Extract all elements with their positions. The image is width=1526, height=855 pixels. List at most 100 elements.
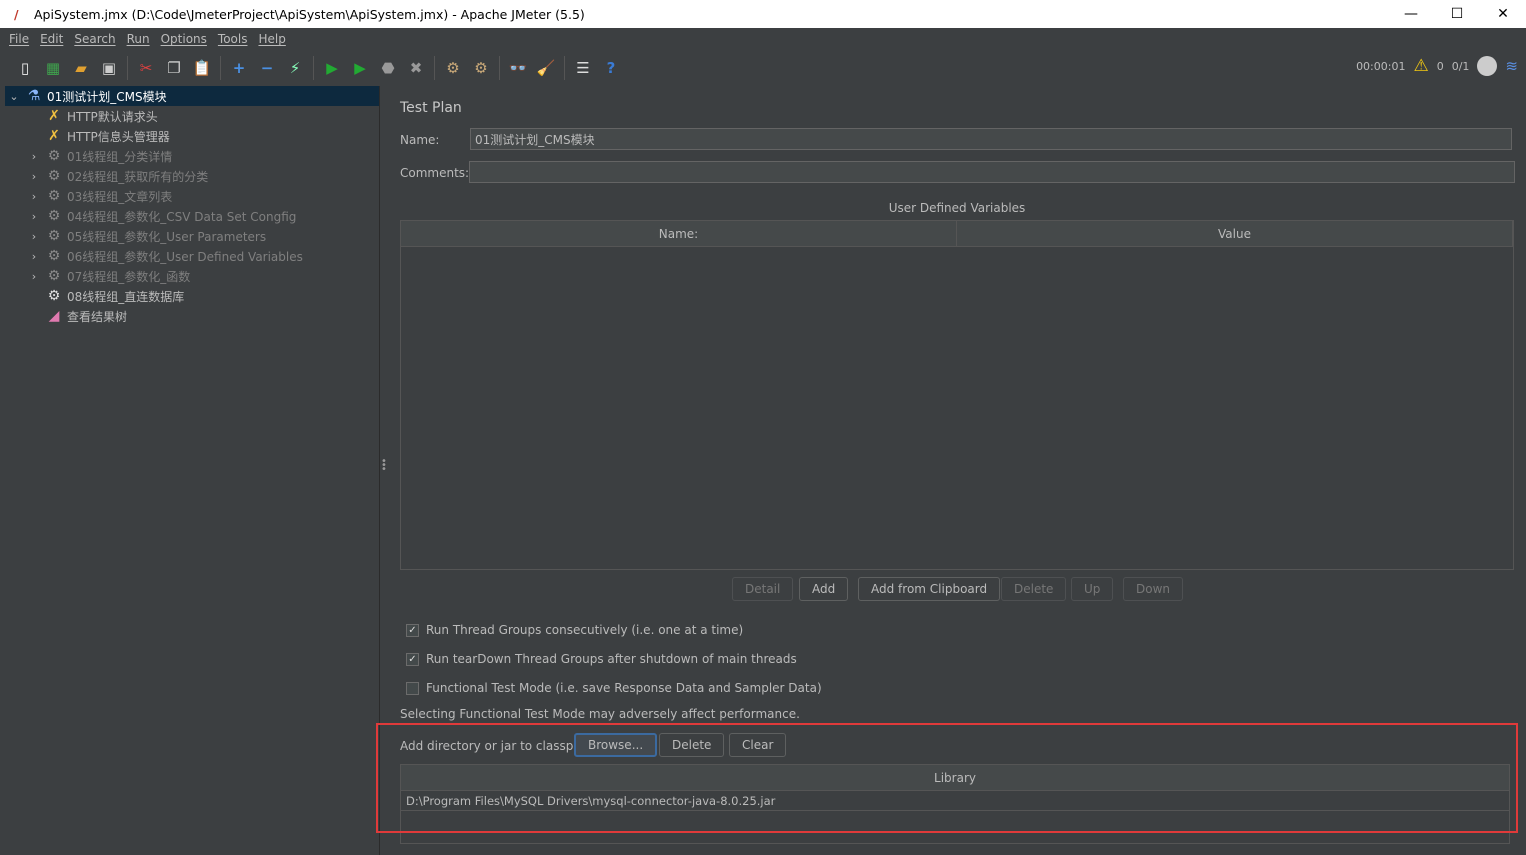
detail-button[interactable]: Detail bbox=[732, 577, 794, 601]
log-icon[interactable]: ≋ bbox=[1505, 57, 1518, 75]
run-consecutively-checkbox[interactable]: ✓ Run Thread Groups consecutively (i.e. o… bbox=[406, 623, 743, 637]
tree-item-label: 03线程组_文章列表 bbox=[67, 189, 173, 204]
down-button[interactable]: Down bbox=[1123, 577, 1184, 601]
remote-icon[interactable] bbox=[1477, 56, 1498, 76]
gear-icon: ⚙ bbox=[47, 288, 61, 304]
library-row[interactable]: D:\Program Files\MySQL Drivers\mysql-con… bbox=[401, 791, 1509, 811]
menu-help[interactable]: Help bbox=[258, 32, 285, 46]
checkbox-box[interactable] bbox=[406, 681, 419, 695]
page-title: Test Plan bbox=[400, 100, 462, 116]
help-icon[interactable]: ? bbox=[600, 57, 622, 79]
add-button[interactable]: Add bbox=[799, 577, 849, 601]
close-button[interactable]: ✕ bbox=[1480, 0, 1526, 28]
title-bar: / ApiSystem.jmx (D:\Code\JmeterProject\A… bbox=[0, 0, 1526, 28]
checkbox-label: Run tearDown Thread Groups after shutdow… bbox=[426, 652, 797, 666]
udv-header-value[interactable]: Value bbox=[957, 221, 1513, 246]
menu-options[interactable]: Options bbox=[161, 32, 207, 46]
minimize-button[interactable]: — bbox=[1388, 0, 1434, 28]
up-button[interactable]: Up bbox=[1071, 577, 1114, 601]
clear-icon[interactable]: ⚙ bbox=[442, 57, 464, 79]
new-icon[interactable]: ▯ bbox=[14, 57, 36, 79]
start-no-pauses-icon[interactable]: ▶ bbox=[349, 57, 371, 79]
expand-arrow-icon[interactable]: ⌄ bbox=[7, 90, 21, 103]
function-helper-icon[interactable]: ☰ bbox=[572, 57, 594, 79]
toolbar-separator bbox=[564, 56, 565, 80]
delete-classpath-button[interactable]: Delete bbox=[659, 733, 725, 757]
menu-search[interactable]: Search bbox=[74, 32, 115, 46]
library-table[interactable]: Library D:\Program Files\MySQL Drivers\m… bbox=[400, 764, 1510, 844]
copy-icon[interactable]: ❐ bbox=[163, 57, 185, 79]
expand-arrow-icon[interactable]: › bbox=[27, 230, 41, 243]
menu-file[interactable]: File bbox=[9, 32, 29, 46]
expand-arrow-icon[interactable]: › bbox=[27, 190, 41, 203]
tree-item-label: 04线程组_参数化_CSV Data Set Congfig bbox=[67, 209, 297, 224]
expand-arrow-icon[interactable]: › bbox=[27, 250, 41, 263]
tree-item[interactable]: ✗ HTTP默认请求头 bbox=[5, 106, 379, 126]
expand-arrow-icon[interactable]: › bbox=[27, 210, 41, 223]
search-icon[interactable]: 👓 bbox=[507, 57, 529, 79]
menu-tools[interactable]: Tools bbox=[218, 32, 248, 46]
tree-item[interactable]: › ⚙ 03线程组_文章列表 bbox=[5, 186, 379, 206]
add-from-clipboard-button[interactable]: Add from Clipboard bbox=[858, 577, 1001, 601]
open-icon[interactable]: ▰ bbox=[70, 57, 92, 79]
gear-icon: ⚙ bbox=[47, 188, 61, 204]
cut-icon[interactable]: ✂ bbox=[135, 57, 157, 79]
gear-icon: ⚙ bbox=[47, 148, 61, 164]
expand-arrow-icon[interactable]: › bbox=[27, 270, 41, 283]
toggle-icon[interactable]: ⚡ bbox=[284, 57, 306, 79]
udv-header-name[interactable]: Name: bbox=[401, 221, 957, 246]
templates-icon[interactable]: ▦ bbox=[42, 57, 64, 79]
tree-item[interactable]: › ⚙ 05线程组_参数化_User Parameters bbox=[5, 226, 379, 246]
tree-item[interactable]: › ⚙ 02线程组_获取所有的分类 bbox=[5, 166, 379, 186]
tree-item-label: 02线程组_获取所有的分类 bbox=[67, 169, 209, 184]
elapsed-time: 00:00:01 bbox=[1356, 59, 1406, 73]
tree-item[interactable]: ⚙ 08线程组_直连数据库 bbox=[5, 286, 379, 306]
toolbar-separator bbox=[127, 56, 128, 80]
delete-variable-button[interactable]: Delete bbox=[1001, 577, 1067, 601]
expand-arrow-icon[interactable]: › bbox=[27, 150, 41, 163]
tree-item[interactable]: › ⚙ 04线程组_参数化_CSV Data Set Congfig bbox=[5, 206, 379, 226]
collapse-icon[interactable]: − bbox=[256, 57, 278, 79]
clear-all-icon[interactable]: ⚙ bbox=[470, 57, 492, 79]
menu-run[interactable]: Run bbox=[127, 32, 150, 46]
checkbox-box[interactable]: ✓ bbox=[406, 652, 419, 666]
wrench-icon: ✗ bbox=[48, 108, 60, 124]
stop-icon[interactable]: ⬣ bbox=[377, 57, 399, 79]
tree-item-label: 08线程组_直连数据库 bbox=[67, 289, 185, 304]
gear-icon: ⚙ bbox=[47, 208, 61, 224]
gear-icon: ⚙ bbox=[47, 228, 61, 244]
functional-test-mode-checkbox[interactable]: Functional Test Mode (i.e. save Response… bbox=[406, 681, 822, 695]
splitter-handle[interactable]: • • • bbox=[381, 457, 387, 475]
name-input[interactable] bbox=[470, 128, 1512, 150]
tree-item[interactable]: ✗ HTTP信息头管理器 bbox=[5, 126, 379, 146]
expand-icon[interactable]: + bbox=[228, 57, 250, 79]
tree-item-label: HTTP信息头管理器 bbox=[67, 129, 170, 144]
tree-item[interactable]: › ⚙ 01线程组_分类详情 bbox=[5, 146, 379, 166]
paste-icon[interactable]: 📋 bbox=[191, 57, 213, 79]
functional-note: Selecting Functional Test Mode may adver… bbox=[400, 707, 800, 721]
maximize-button[interactable]: ☐ bbox=[1434, 0, 1480, 28]
checkbox-box[interactable]: ✓ bbox=[406, 623, 419, 637]
warning-icon[interactable]: ⚠ bbox=[1413, 56, 1428, 76]
save-icon[interactable]: ▣ bbox=[98, 57, 120, 79]
clear-classpath-button[interactable]: Clear bbox=[729, 733, 787, 757]
test-plan-tree: ⌄ ⚗ 01测试计划_CMS模块 ✗ HTTP默认请求头 ✗ HTTP信息头管理器 › ⚙ 01线… bbox=[5, 86, 380, 855]
udv-table[interactable]: Name: Value bbox=[400, 220, 1514, 570]
tree-item[interactable]: › ⚙ 06线程组_参数化_User Defined Variables bbox=[5, 246, 379, 266]
comments-input[interactable] bbox=[469, 161, 1515, 183]
start-icon[interactable]: ▶ bbox=[321, 57, 343, 79]
browse-button[interactable]: Browse... bbox=[574, 733, 658, 757]
library-header[interactable]: Library bbox=[401, 765, 1509, 791]
expand-arrow-icon[interactable]: › bbox=[27, 170, 41, 183]
tree-item[interactable]: ⌄ ⚗ 01测试计划_CMS模块 bbox=[5, 86, 379, 106]
tree-item-label: 01线程组_分类详情 bbox=[67, 149, 173, 164]
gear-icon: ⚙ bbox=[47, 168, 61, 184]
menu-bar: File Edit Search Run Options Tools Help bbox=[5, 28, 1526, 50]
tree-item[interactable]: › ⚙ 07线程组_参数化_函数 bbox=[5, 266, 379, 286]
menu-edit[interactable]: Edit bbox=[40, 32, 63, 46]
tree-item[interactable]: ◢ 查看结果树 bbox=[5, 306, 379, 326]
run-teardown-checkbox[interactable]: ✓ Run tearDown Thread Groups after shutdo… bbox=[406, 652, 797, 666]
shutdown-icon[interactable]: ✖ bbox=[405, 57, 427, 79]
reset-search-icon[interactable]: 🧹 bbox=[535, 57, 557, 79]
gear-icon: ⚙ bbox=[47, 248, 61, 264]
